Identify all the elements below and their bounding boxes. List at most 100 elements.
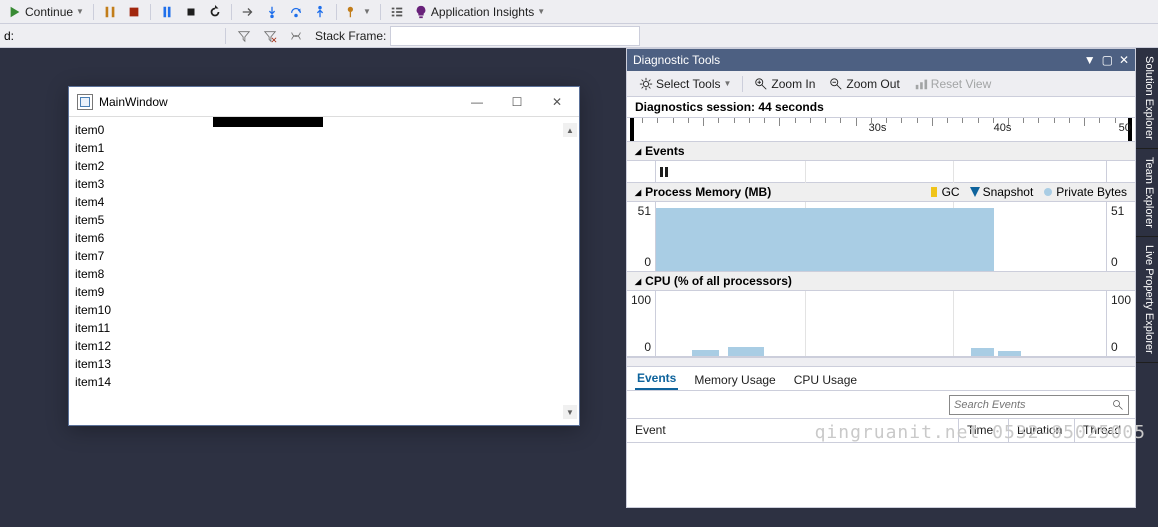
col-event[interactable]: Event [627,419,959,442]
list-item[interactable]: item0 [75,121,573,139]
panel-menu-button[interactable]: ▼ [1084,53,1096,67]
minimize-button[interactable]: — [457,88,497,116]
close-button[interactable]: ✕ [537,88,577,116]
col-duration[interactable]: Duration [1009,419,1075,442]
flag-icon [346,5,360,19]
funnel-clear-icon [263,29,277,43]
zoom-out-icon [829,77,843,91]
list-item[interactable]: item10 [75,301,573,319]
stop-button[interactable] [123,2,145,22]
filter-button-2[interactable] [259,26,281,46]
list-item[interactable]: item7 [75,247,573,265]
threads-button[interactable] [285,26,307,46]
chevron-down-icon: ▼ [76,7,84,16]
session-info: Diagnostics session: 44 seconds [627,97,1135,118]
play-icon [8,5,22,19]
zoom-in-icon [754,77,768,91]
events-lane-header[interactable]: ◢Events [627,142,1135,161]
list-item[interactable]: item8 [75,265,573,283]
chart-icon [914,77,928,91]
funnel-icon [237,29,251,43]
scroll-up-button[interactable]: ▲ [563,123,577,137]
step-out-button[interactable] [309,2,331,22]
panel-pin-button[interactable]: ▢ [1102,53,1113,67]
search-row [627,391,1135,419]
step-into-button[interactable] [261,2,283,22]
side-tab[interactable]: Live Property Explorer [1136,237,1158,363]
continue-button[interactable]: Continue ▼ [4,2,88,22]
col-thread[interactable]: Thread [1075,419,1135,442]
maximize-button[interactable]: ☐ [497,88,537,116]
pause-blue-button[interactable] [156,2,178,22]
list-item[interactable]: item9 [75,283,573,301]
zoom-out-button[interactable]: Zoom Out [823,75,905,93]
app-title: MainWindow [99,95,457,109]
step-over-button[interactable] [285,2,307,22]
cpu-lane-header[interactable]: ◢CPU (% of all processors) [627,272,1135,291]
list-item[interactable]: item12 [75,337,573,355]
snapshot-marker-icon [970,187,980,197]
tab-events[interactable]: Events [635,368,678,390]
app-body: item0item1item2item3item4item5item6item7… [69,117,579,425]
list-item[interactable]: item6 [75,229,573,247]
toggle-button-2[interactable] [386,2,408,22]
zoom-in-button[interactable]: Zoom In [748,75,821,93]
list-item[interactable]: item13 [75,355,573,373]
detail-tabs: Events Memory Usage CPU Usage [627,367,1135,391]
editor-background: MainWindow — ☐ ✕ item0item1item2item3ite… [0,48,625,527]
memory-lane-header[interactable]: ◢Process Memory (MB) GC Snapshot Private… [627,183,1135,202]
side-tab[interactable]: Solution Explorer [1136,48,1158,149]
search-events-input[interactable] [949,395,1129,415]
debug-toolbar-2: d: Stack Frame: [0,24,1158,48]
diag-title: Diagnostic Tools [633,53,1084,67]
col-time[interactable]: Time [959,419,1009,442]
app-icon [77,94,93,110]
step-over-icon [289,5,303,19]
stack-frame-input[interactable] [390,26,640,46]
cpu-chart[interactable]: 1000 1000 [627,291,1135,357]
pause-blue-icon [160,5,174,19]
pause-event-icon [660,167,668,177]
restart-icon [208,5,222,19]
events-table-body [627,443,1135,507]
app-titlebar[interactable]: MainWindow — ☐ ✕ [69,87,579,117]
scrollbar[interactable]: ▲ ▼ [563,123,577,419]
list-item[interactable]: item3 [75,175,573,193]
panel-close-button[interactable]: ✕ [1119,53,1129,67]
tab-cpu-usage[interactable]: CPU Usage [792,370,859,390]
app-insights-label: Application Insights [431,5,534,19]
continue-label: Continue [25,5,73,19]
list-item[interactable]: item5 [75,211,573,229]
list-item[interactable]: item11 [75,319,573,337]
stop-small-button[interactable] [180,2,202,22]
list-item[interactable]: item14 [75,373,573,391]
break-all-button[interactable] [99,2,121,22]
ruler-start-marker[interactable] [630,118,634,141]
app-insights-button[interactable]: Application Insights ▼ [410,2,549,22]
select-tools-button[interactable]: Select Tools ▼ [633,75,737,93]
time-ruler[interactable]: 30s40s50 [627,118,1135,142]
side-tab[interactable]: Team Explorer [1136,149,1158,237]
item-list[interactable]: item0item1item2item3item4item5item6item7… [69,117,579,395]
toggle-button-1[interactable]: ▼ [342,2,375,22]
step-into-icon [265,5,279,19]
list-item[interactable]: item1 [75,139,573,157]
running-app-window: MainWindow — ☐ ✕ item0item1item2item3ite… [68,86,580,426]
show-next-statement-button[interactable] [237,2,259,22]
arrow-right-icon [241,5,255,19]
filter-button-1[interactable] [233,26,255,46]
step-out-icon [313,5,327,19]
memory-chart[interactable]: 510 510 [627,202,1135,272]
diag-header[interactable]: Diagnostic Tools ▼ ▢ ✕ [627,49,1135,71]
reset-view-button: Reset View [908,75,997,93]
scroll-down-button[interactable]: ▼ [563,405,577,419]
find-label: d: [4,29,14,43]
restart-button[interactable] [204,2,226,22]
tab-memory-usage[interactable]: Memory Usage [692,370,777,390]
debug-toolbar-handle[interactable] [213,117,323,127]
list-item[interactable]: item4 [75,193,573,211]
chevron-down-icon: ▼ [537,7,545,16]
app-insights-icon [414,5,428,19]
list-item[interactable]: item2 [75,157,573,175]
stop-icon [127,5,141,19]
